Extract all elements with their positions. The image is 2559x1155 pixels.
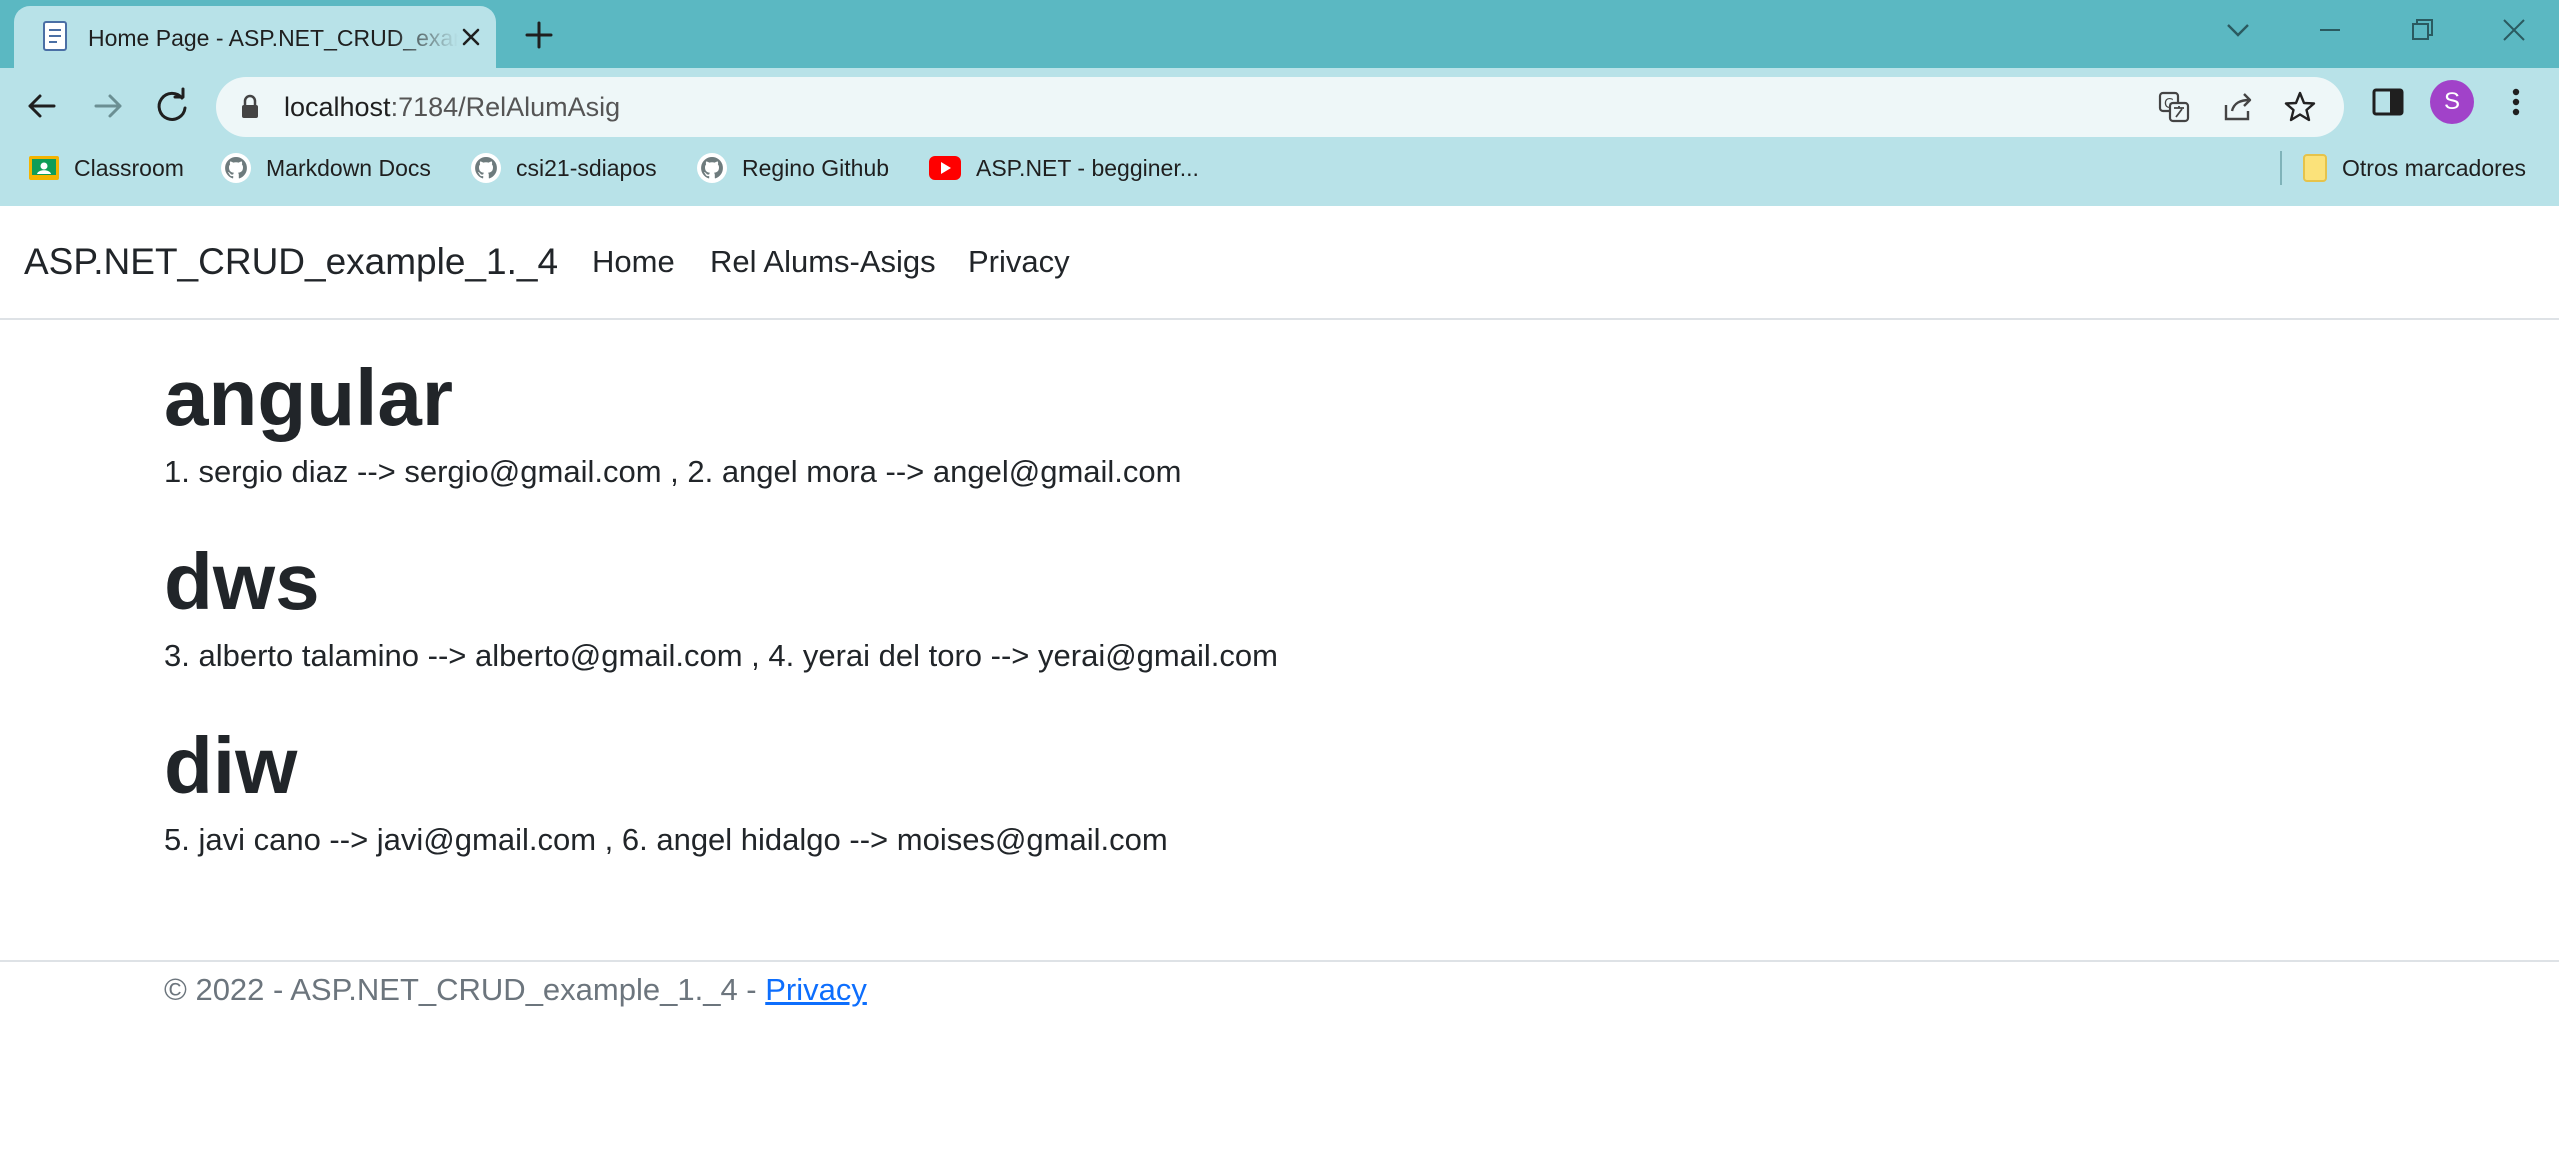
bookmark-label: ASP.NET - begginer... (976, 154, 1199, 181)
bookmark-csi21-sdiapos[interactable]: csi21-sdiapos (470, 145, 657, 191)
bookmark-label: Markdown Docs (266, 154, 431, 181)
github-icon (697, 153, 727, 183)
subject-heading: dws (164, 537, 320, 626)
main-content: angular 1. sergio diaz --> sergio@gmail.… (164, 350, 2364, 860)
footer-divider (0, 960, 2559, 962)
address-bar[interactable]: localhost:7184/RelAlumAsig G (216, 77, 2344, 137)
subject-heading: diw (164, 721, 298, 810)
close-window-icon[interactable] (2492, 10, 2536, 50)
lock-icon[interactable] (240, 94, 260, 120)
translate-icon[interactable]: G (2156, 89, 2192, 125)
reload-icon[interactable] (148, 82, 196, 130)
nav-link-privacy[interactable]: Privacy (968, 242, 1070, 282)
github-icon (221, 153, 251, 183)
bookmarks-divider (2280, 151, 2282, 185)
bookmark-star-icon[interactable] (2282, 89, 2318, 125)
subject-heading: angular (164, 353, 453, 442)
bookmark-label: Regino Github (742, 154, 890, 181)
classroom-icon (29, 156, 59, 180)
nav-link-home[interactable]: Home (592, 242, 675, 282)
bookmark-label: csi21-sdiapos (516, 154, 657, 181)
other-bookmarks-label: Otros marcadores (2342, 154, 2527, 181)
bookmarks-bar: Classroom Markdown Docs csi21-sdiapos Re… (0, 145, 2559, 191)
browser-tab[interactable]: Home Page - ASP.NET_CRUD_example_1._4 (14, 6, 496, 68)
url-path: :7184/RelAlumAsig (390, 92, 621, 122)
forward-icon[interactable] (84, 82, 132, 130)
bookmark-regino-github[interactable]: Regino Github (696, 145, 889, 191)
minimize-icon[interactable] (2308, 10, 2352, 50)
footer-copyright: © 2022 - ASP.NET_CRUD_example_1._4 - (164, 972, 766, 1007)
bookmark-other-folder[interactable]: Otros marcadores (2302, 145, 2526, 191)
subject-students: 1. sergio diaz --> sergio@gmail.com , 2.… (164, 454, 1182, 489)
folder-icon (2303, 154, 2327, 182)
restore-icon[interactable] (2400, 10, 2444, 50)
bookmark-aspnet-begginer[interactable]: ASP.NET - begginer... (928, 145, 1199, 191)
close-tab-icon[interactable] (456, 22, 486, 52)
avatar[interactable]: S (2430, 80, 2474, 124)
subject-students: 3. alberto talamino --> alberto@gmail.co… (164, 638, 1278, 673)
subject-section: dws 3. alberto talamino --> alberto@gmai… (164, 534, 2364, 676)
url-text[interactable]: localhost:7184/RelAlumAsig (284, 90, 620, 124)
github-icon (471, 153, 501, 183)
back-icon[interactable] (18, 82, 66, 130)
youtube-icon (929, 156, 961, 180)
url-host: localhost (284, 92, 391, 122)
nav-link-rel-alums-asigs[interactable]: Rel Alums-Asigs (710, 242, 936, 282)
site-brand-link[interactable]: ASP.NET_CRUD_example_1._4 (24, 240, 558, 284)
share-icon[interactable] (2220, 89, 2256, 125)
bookmark-markdown-docs[interactable]: Markdown Docs (220, 145, 431, 191)
bookmark-classroom[interactable]: Classroom (28, 145, 184, 191)
subject-section: angular 1. sergio diaz --> sergio@gmail.… (164, 350, 2364, 492)
tab-search-chevron-icon[interactable] (2216, 10, 2260, 50)
bookmark-label: Classroom (74, 154, 184, 181)
menu-kebab-icon[interactable] (2496, 82, 2536, 122)
side-panel-icon[interactable] (2368, 82, 2408, 122)
site-navbar: ASP.NET_CRUD_example_1._4 Home Rel Alums… (0, 206, 2559, 320)
new-tab-icon[interactable] (520, 16, 558, 54)
tab-title: Home Page - ASP.NET_CRUD_example_1._4 (88, 25, 458, 51)
subject-students: 5. javi cano --> javi@gmail.com , 6. ang… (164, 822, 1168, 857)
footer: © 2022 - ASP.NET_CRUD_example_1._4 - Pri… (164, 970, 867, 1010)
page-icon (43, 21, 67, 51)
subject-section: diw 5. javi cano --> javi@gmail.com , 6.… (164, 718, 2364, 860)
tab-strip: Home Page - ASP.NET_CRUD_example_1._4 (0, 0, 2559, 68)
footer-privacy-link[interactable]: Privacy (765, 972, 867, 1007)
